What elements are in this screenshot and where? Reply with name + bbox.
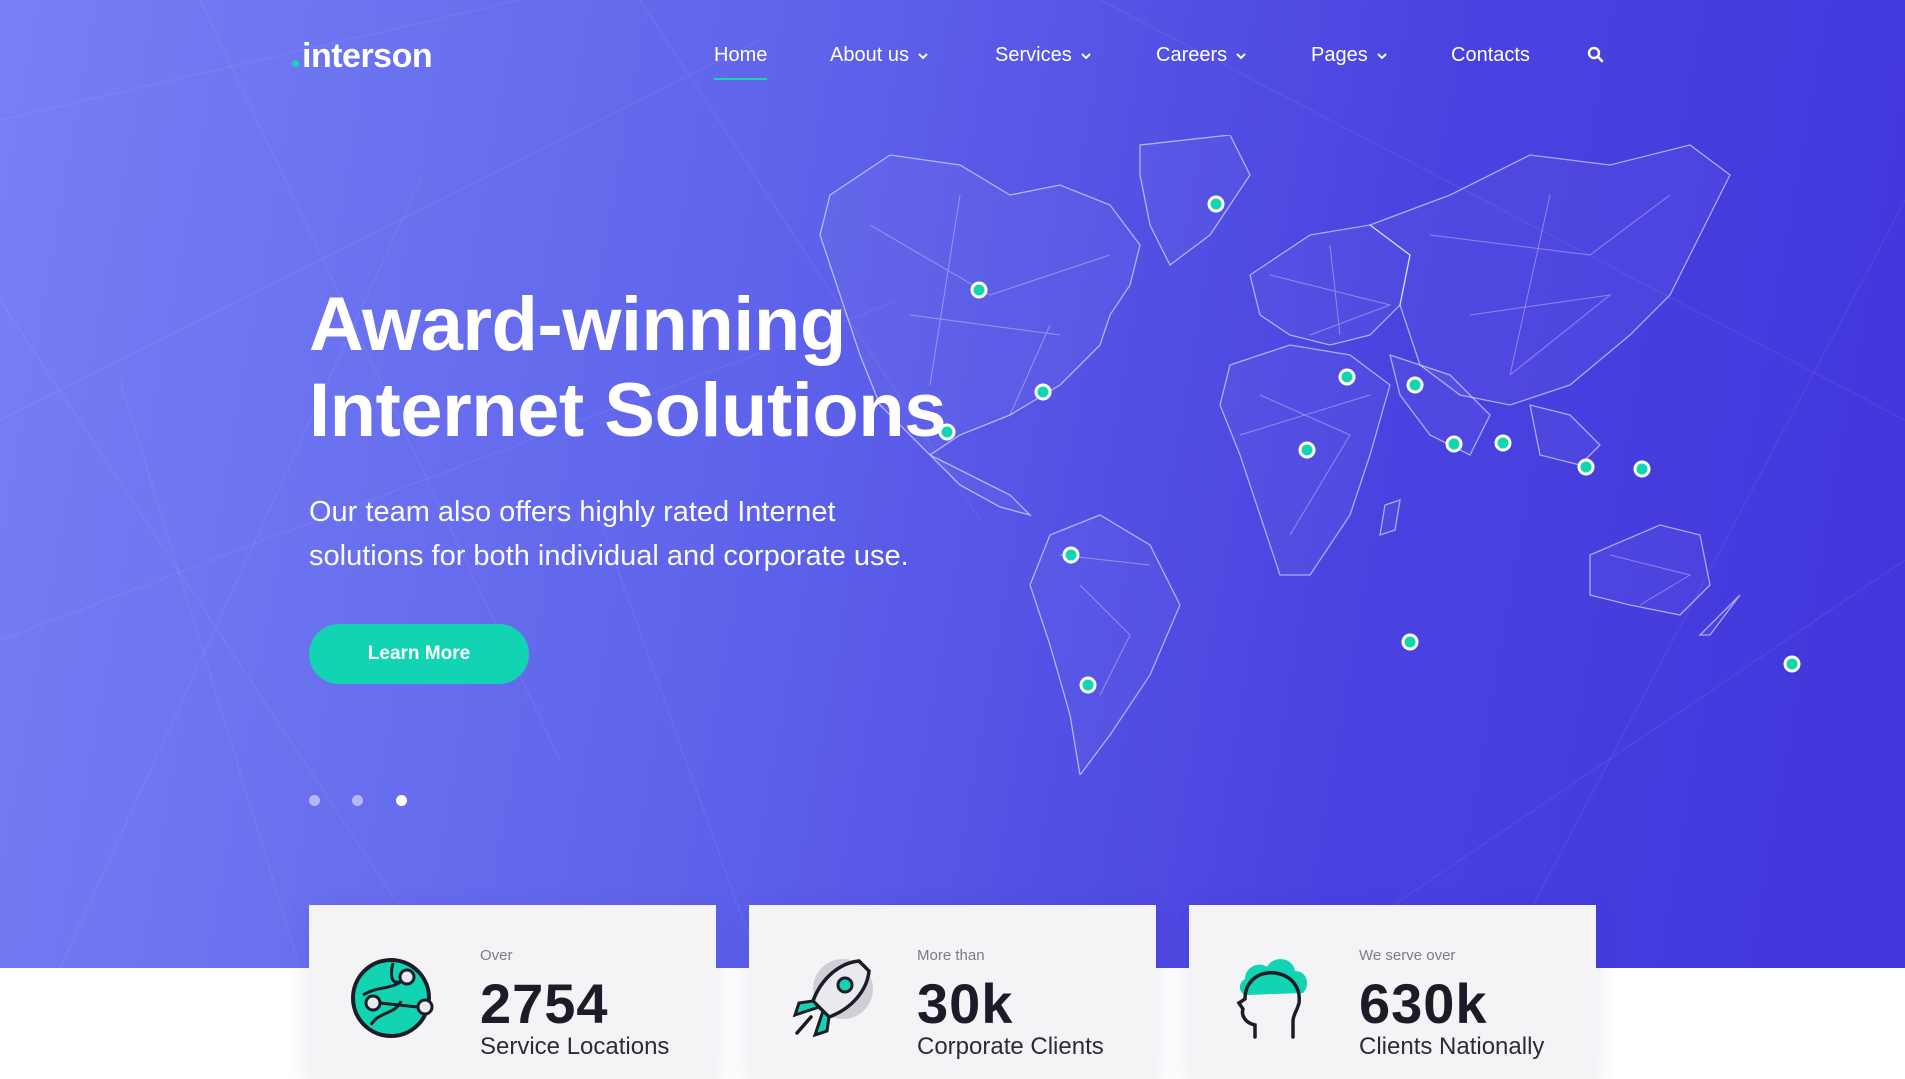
stat-value: 30k	[917, 972, 1014, 1035]
nav-home-label: Home	[714, 44, 768, 66]
chevron-down-icon	[918, 52, 928, 59]
nav-contacts-label: Contacts	[1451, 44, 1530, 66]
stat-prefix: We serve over	[1359, 947, 1456, 964]
hero-subtitle: Our team also offers highly rated Intern…	[309, 490, 949, 578]
nav-pages-label: Pages	[1311, 44, 1368, 66]
slider-dot-1[interactable]	[309, 795, 320, 806]
stat-card-corporate: More than 30k Corporate Clients	[749, 905, 1156, 1079]
stat-prefix: More than	[917, 947, 985, 964]
brand-logo[interactable]: interson	[292, 36, 433, 76]
nav-careers-label: Careers	[1156, 44, 1228, 66]
nav-active-underline	[714, 78, 768, 80]
stat-label: Service Locations	[480, 1033, 670, 1060]
stat-value: 630k	[1359, 972, 1488, 1035]
nav-services-label: Services	[995, 44, 1072, 66]
slider-dot-2[interactable]	[352, 795, 363, 806]
search-button[interactable]	[1585, 44, 1607, 66]
nav-about-us-label: About us	[830, 44, 909, 66]
brand-name: interson	[302, 37, 433, 75]
hero-subtitle-line2: solutions for both individual and corpor…	[309, 540, 909, 572]
hero-title: Award-winning Internet Solutions	[309, 282, 1029, 454]
chevron-down-icon	[1377, 52, 1387, 59]
stat-card-locations: Over 2754 Service Locations	[309, 905, 716, 1079]
logo-dot	[292, 60, 299, 67]
stat-value: 2754	[480, 972, 609, 1035]
chevron-down-icon	[1080, 52, 1091, 59]
stat-label: Corporate Clients	[917, 1033, 1104, 1060]
hero-title-line1: Award-winning	[309, 282, 846, 367]
chevron-down-icon	[1236, 52, 1246, 59]
world-map-graphic	[819, 135, 1801, 775]
search-icon	[1587, 46, 1604, 63]
globe-network-icon	[351, 958, 434, 1038]
hero-section: interson Home About us Services Careers …	[0, 0, 1905, 968]
nav-contacts[interactable]: Contacts	[1451, 44, 1530, 67]
nav-about-us[interactable]: About us	[830, 44, 929, 67]
stat-label: Clients Nationally	[1359, 1033, 1545, 1060]
slider-dot-3[interactable]	[396, 795, 407, 806]
hero-subtitle-line1: Our team also offers highly rated Intern…	[309, 496, 836, 528]
hero-title-line2: Internet Solutions	[309, 368, 947, 453]
nav-careers[interactable]: Careers	[1156, 44, 1247, 67]
nav-pages[interactable]: Pages	[1311, 44, 1388, 67]
nav-home[interactable]: Home	[714, 44, 768, 80]
rocket-icon	[792, 959, 873, 1038]
stat-card-nationally: We serve over 630k Clients Nationally	[1189, 905, 1596, 1079]
stat-prefix: Over	[480, 947, 513, 964]
head-cloud-icon	[1236, 959, 1308, 1039]
nav-services[interactable]: Services	[995, 44, 1092, 67]
learn-more-button[interactable]: Learn More	[309, 624, 529, 684]
